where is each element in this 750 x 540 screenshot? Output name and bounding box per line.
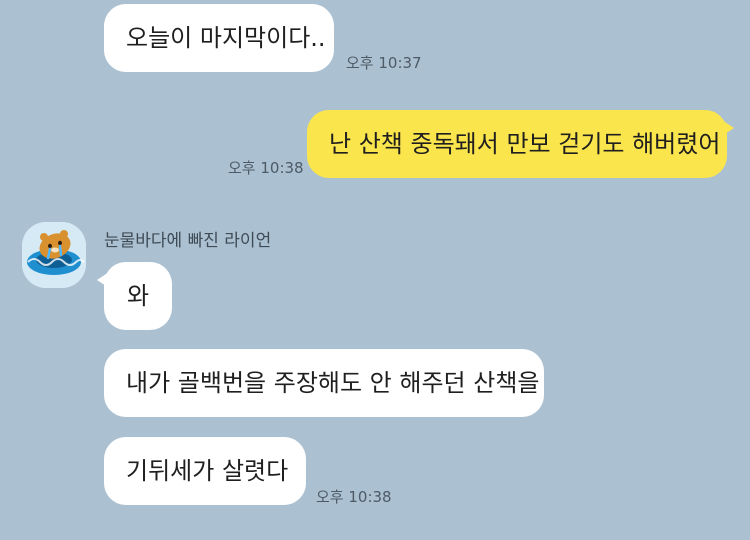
message-bubble-incoming[interactable]: 오늘이 마지막이다.. bbox=[104, 4, 334, 72]
message-bubble-outgoing[interactable]: 난 산책 중독돼서 만보 걷기도 해버렸어 bbox=[307, 110, 734, 178]
message-text: 기뒤세가 살렷다 bbox=[126, 457, 289, 485]
message-timestamp: 오후 10:38 bbox=[316, 488, 392, 506]
chat-area[interactable]: 오늘이 마지막이다.. 오후 10:37 난 산책 중독돼서 만보 걷기도 해버… bbox=[0, 0, 750, 540]
message-bubble-incoming[interactable]: 기뒤세가 살렷다 bbox=[104, 437, 306, 505]
ryan-crying-in-tube-icon bbox=[22, 222, 86, 288]
message-bubble-incoming[interactable]: 와 bbox=[97, 262, 172, 330]
sender-avatar[interactable] bbox=[22, 222, 86, 288]
sender-name: 눈물바다에 빠진 라이언 bbox=[104, 231, 272, 251]
message-timestamp: 오후 10:38 bbox=[228, 159, 304, 177]
message-text: 오늘이 마지막이다.. bbox=[126, 24, 326, 52]
message-timestamp: 오후 10:37 bbox=[346, 54, 422, 72]
message-text: 난 산책 중독돼서 만보 걷기도 해버렸어 bbox=[329, 130, 721, 158]
message-text: 와 bbox=[126, 282, 150, 310]
message-bubble-incoming[interactable]: 내가 골백번을 주장해도 안 해주던 산책을 bbox=[104, 349, 544, 417]
message-text: 내가 골백번을 주장해도 안 해주던 산책을 bbox=[126, 369, 540, 397]
